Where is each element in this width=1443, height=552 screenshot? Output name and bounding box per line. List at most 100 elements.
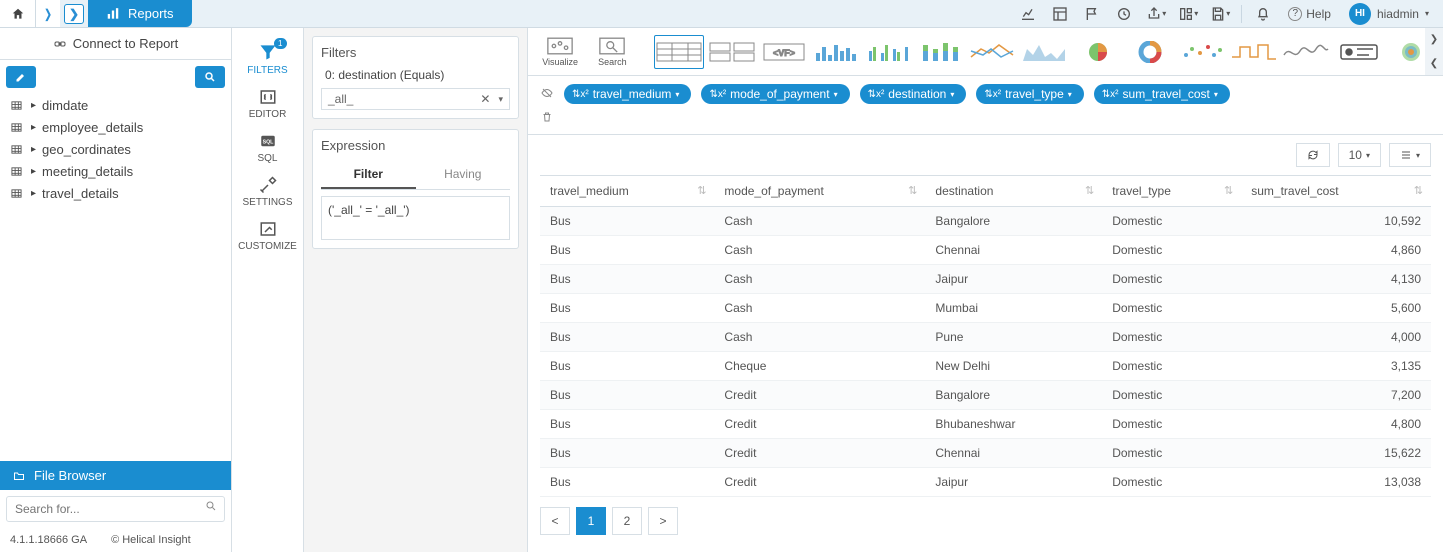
filters-title: Filters [321,45,510,60]
filter-0-value[interactable]: _all_ ✕ ▾ [321,88,510,110]
clear-icon[interactable]: ✕ [480,92,490,106]
wrench-icon [257,176,279,194]
chart-prev[interactable]: ❮ [1425,52,1443,76]
sort-icon[interactable]: ⇅ [1414,184,1423,197]
history-icon[interactable] [1109,1,1139,27]
hide-icon[interactable] [538,84,556,102]
line-chart-type[interactable] [969,35,1017,69]
dashboard-icon[interactable] [1045,1,1075,27]
share-dropdown[interactable]: ▾ [1141,1,1171,27]
table-row[interactable]: BusCashBangaloreDomestic10,592 [540,207,1431,236]
expression-textarea[interactable]: ('_all_' = '_all_') [321,196,510,240]
file-browser-header[interactable]: File Browser [0,461,231,490]
visualize-button[interactable]: Visualize [536,35,584,69]
stacked-bar-chart-type[interactable] [917,35,965,69]
save-dropdown[interactable]: ▾ [1205,1,1235,27]
main-area: Visualize Search <VF> [528,28,1443,552]
filters-tool[interactable]: 1 FILTERS [232,36,303,82]
home-button[interactable] [0,0,36,27]
filter-panel: Filters 0: destination (Equals) _all_ ✕ … [304,28,528,552]
table-row[interactable]: BusChequeNew DelhiDomestic3,135 [540,352,1431,381]
table-item-geo_cordinates[interactable]: ▸geo_cordinates [10,142,221,157]
table-item-meeting_details[interactable]: ▸meeting_details [10,164,221,179]
edit-button[interactable] [6,66,36,88]
page-next[interactable]: > [648,507,678,535]
tab-filter[interactable]: Filter [321,161,416,189]
search-icon [205,500,217,512]
page-2[interactable]: 2 [612,507,642,535]
page-1[interactable]: 1 [576,507,606,535]
grid-icon [10,166,23,177]
table-row[interactable]: BusCreditBangaloreDomestic7,200 [540,381,1431,410]
notifications-button[interactable] [1248,1,1278,27]
sort-icon[interactable]: ⇅ [908,184,917,197]
page-prev[interactable]: < [540,507,570,535]
table-row[interactable]: BusCashChennaiDomestic4,860 [540,236,1431,265]
grouped-bar-chart-type[interactable] [865,35,913,69]
list-view-dropdown[interactable]: ▾ [1389,143,1431,167]
filter-count-badge: 1 [274,38,286,49]
table-row[interactable]: BusCreditBhubaneshwarDomestic4,800 [540,410,1431,439]
caret-down-icon: ▾ [1425,9,1429,18]
sort-icon[interactable]: ⇅ [1224,184,1233,197]
table-row[interactable]: BusCashPuneDomestic4,000 [540,323,1431,352]
chart-line-icon[interactable] [1013,1,1043,27]
filters-label: FILTERS [247,65,287,76]
table-item-employee_details[interactable]: ▸employee_details [10,120,221,135]
donut-chart-type[interactable] [1126,35,1174,69]
area-chart-type[interactable] [1021,35,1069,69]
flag-icon[interactable] [1077,1,1107,27]
table-row[interactable]: BusCashJaipurDomestic4,130 [540,265,1431,294]
search-chart-button[interactable]: Search [588,35,636,69]
pill-travel_type[interactable]: ⇅x²travel_type▾ [976,84,1083,104]
col-mode_of_payment[interactable]: mode_of_payment⇅ [714,176,925,207]
card-chart-type[interactable] [1335,35,1383,69]
settings-tool[interactable]: SETTINGS [232,170,303,214]
pill-mode_of_payment[interactable]: ⇅x²mode_of_payment▾ [701,84,849,104]
svg-text:<VF>: <VF> [773,48,795,58]
table-chart-type[interactable] [654,35,704,69]
sort-icon[interactable]: ⇅ [697,184,706,197]
page-size-dropdown[interactable]: 10▾ [1338,143,1381,167]
table-row[interactable]: BusCreditJaipurDomestic13,038 [540,468,1431,497]
bar-chart-type[interactable] [812,35,860,69]
scatter-chart-type[interactable] [1178,35,1226,69]
col-travel_medium[interactable]: travel_medium⇅ [540,176,714,207]
table-item-dimdate[interactable]: ▸dimdate [10,98,221,113]
dropdown-icon[interactable]: ▾ [498,94,503,105]
spline-chart-type[interactable] [1282,35,1330,69]
reports-tab[interactable]: Reports [88,0,192,27]
sort-icon[interactable]: ⇅ [1085,184,1094,197]
table-item-travel_details[interactable]: ▸travel_details [10,186,221,201]
col-destination[interactable]: destination⇅ [925,176,1102,207]
crosstab-chart-type[interactable] [708,35,756,69]
layout-dropdown[interactable]: ▾ [1173,1,1203,27]
customize-tool[interactable]: CUSTOMIZE [232,214,303,258]
refresh-button[interactable] [1296,143,1330,167]
vf-chart-type[interactable]: <VF> [760,35,808,69]
pill-travel_medium[interactable]: ⇅x²travel_medium▾ [564,84,691,104]
table-row[interactable]: BusCreditChennaiDomestic15,622 [540,439,1431,468]
chart-next[interactable]: ❯ [1425,28,1443,52]
table-row[interactable]: BusCashMumbaiDomestic5,600 [540,294,1431,323]
breadcrumb-chevron[interactable]: ❯ [64,4,84,24]
editor-tool[interactable]: EDITOR [232,82,303,126]
sql-tool[interactable]: SQL SQL [232,126,303,170]
pill-sum_travel_cost[interactable]: ⇅x²sum_travel_cost▾ [1094,84,1230,104]
connect-to-report[interactable]: Connect to Report [0,28,231,60]
col-travel_type[interactable]: travel_type⇅ [1102,176,1241,207]
sidebar-search-button[interactable] [195,66,225,88]
tab-having[interactable]: Having [416,161,511,189]
bar-chart-icon [106,7,120,21]
delete-icon[interactable] [538,108,556,126]
step-chart-type[interactable] [1230,35,1278,69]
help-link[interactable]: ? Help [1280,7,1339,21]
pie-chart-type[interactable] [1073,35,1121,69]
search-input[interactable] [6,496,225,522]
pill-destination[interactable]: ⇅x²destination▾ [860,84,967,104]
col-sum_travel_cost[interactable]: sum_travel_cost⇅ [1241,176,1431,207]
reports-label: Reports [128,6,174,21]
user-menu[interactable]: HI hiadmin ▾ [1341,3,1437,25]
braces-icon [257,88,279,106]
sql-icon: SQL [257,132,279,150]
